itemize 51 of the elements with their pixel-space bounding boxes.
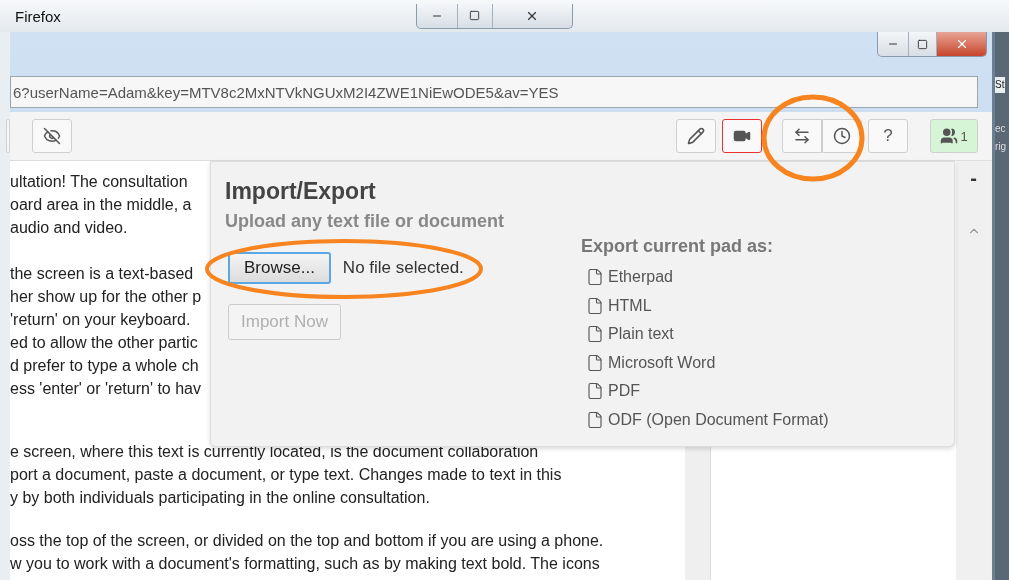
document-text-line: 'return' on your keyboard. [10, 310, 191, 330]
file-icon [586, 268, 604, 287]
document-text-line: ultation! The consultation [10, 172, 188, 192]
popup-subtitle: Upload any text file or document [225, 211, 505, 232]
window-title: Firefox [15, 7, 61, 25]
document-text-line: her show up for the other p [10, 287, 202, 307]
export-option-link[interactable]: HTML [586, 291, 829, 320]
export-heading: Export current pad as: [581, 236, 775, 257]
document-text-line: e screen, where this text is currently located, is the document collaboration [10, 442, 539, 462]
export-option-link[interactable]: PDF [586, 377, 829, 406]
eye-off-icon [43, 127, 61, 145]
file-icon [586, 296, 604, 315]
export-option-link[interactable]: Plain text [586, 320, 829, 349]
file-icon [586, 325, 604, 344]
document-text-line: y by both individuals participating in the online consultation. [10, 488, 430, 508]
file-icon [586, 410, 604, 429]
export-option-link[interactable]: Etherpad [586, 263, 829, 292]
pencil-button[interactable] [676, 119, 717, 153]
document-text-line: w you to work with a document's formatting, such as by making text bold. The icons [10, 554, 600, 574]
address-bar[interactable]: 6?userName=Adam&key=MTV8c2MxNTVkNGUxM2I4ZWE1NiEwODE5&av=YES [10, 76, 979, 108]
file-icon [586, 353, 604, 372]
popup-title: Import/Export [225, 178, 376, 205]
file-status: No file selected. [342, 258, 464, 278]
background-text: St [995, 77, 1005, 93]
collapse-button[interactable]: - [970, 167, 977, 190]
document-text-line: ed to allow the other partic [10, 333, 198, 353]
video-button[interactable] [722, 119, 763, 153]
document-text-line: ess 'enter' or 'return' to hav [10, 379, 201, 399]
maximize-icon [917, 38, 929, 50]
export-option-link[interactable]: Microsoft Word [586, 348, 829, 377]
export-option-link[interactable]: ODF (Open Document Format) [586, 405, 829, 434]
document-text-line: the screen is a text-based [10, 264, 194, 284]
document-text-line: port a document, paste a document, or type text. Changes made to text in this [10, 465, 562, 485]
import-export-button[interactable] [782, 119, 823, 153]
document-text-line: audio and video. [10, 218, 128, 238]
history-button[interactable] [822, 119, 863, 153]
eye-off-button[interactable] [32, 119, 72, 153]
pencil-icon [687, 127, 706, 145]
users-icon [940, 127, 959, 145]
background-text: ec [995, 122, 1006, 136]
clock-icon [833, 127, 852, 145]
document-text-line: oss the top of the screen, or divided on the top and bottom if you are using a phone. [10, 531, 604, 551]
document-text-line: d prefer to type a whole ch [10, 356, 199, 376]
users-button[interactable]: 1 [930, 119, 979, 153]
maximize-icon [469, 10, 481, 21]
background-text: rig [995, 140, 1007, 154]
help-button[interactable]: ? [868, 119, 909, 153]
file-icon [586, 382, 604, 401]
document-text-line: oard area in the middle, a [10, 195, 192, 215]
browse-button[interactable]: Browse... [228, 252, 331, 284]
arrows-icon [793, 127, 812, 145]
